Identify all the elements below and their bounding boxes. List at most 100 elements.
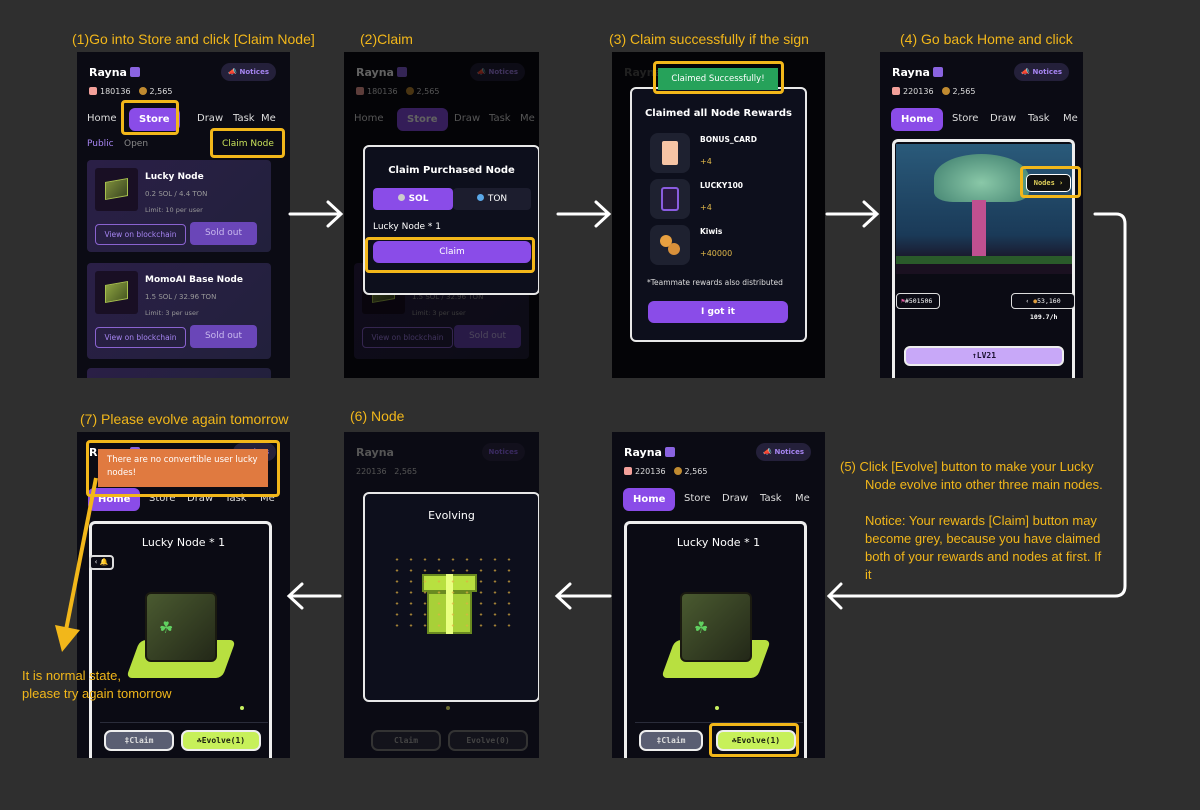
sold-out-button[interactable]: Sold out [190, 222, 257, 245]
note-line: It is normal state, [22, 668, 121, 683]
evolve-button-disabled[interactable]: Evolve(0) [448, 730, 528, 751]
view-on-blockchain-button[interactable]: View on blockchain [95, 224, 186, 245]
step-7-note: It is normal state, please try again tom… [22, 667, 172, 703]
earning-rate: 109.7/h [1030, 313, 1058, 321]
coin-icon [941, 87, 950, 95]
panel-store: Rayna 📣 Notices 180136 2,565 Home Store D… [77, 52, 290, 378]
claim-button[interactable]: ‡Claim [104, 730, 174, 751]
arrow-left-icon [554, 582, 612, 610]
reward-item: BONUS_CARD +4 [650, 133, 770, 173]
notices-button[interactable]: 📣 Notices [1014, 63, 1069, 81]
tree-trunk [972, 200, 986, 260]
claim-button[interactable]: ‡Claim [639, 730, 703, 751]
nav-task[interactable]: Task [233, 113, 255, 124]
step-5-note: (5) Click [Evolve] button to make your L… [840, 458, 1103, 584]
arrow-left-icon [286, 582, 342, 610]
store-item-card: Lucky Node 0.2 SOL / 4.4 TON Limit: 10 p… [87, 160, 271, 252]
notice-line: both of your rewards and nodes at first.… [865, 549, 1102, 564]
arrow-left-icon [826, 582, 843, 610]
notices-button[interactable]: 📣 Notices [221, 63, 276, 81]
arrow-right-icon [825, 200, 880, 228]
page-dot [446, 706, 450, 710]
nav-draw[interactable]: Draw [990, 113, 1016, 124]
panel-node: Rayna 📣 Notices 220136 2,565 Home Store D… [612, 432, 825, 758]
rewards-modal: Claimed all Node Rewards BONUS_CARD +4 L… [630, 87, 807, 342]
step-1-title: (1)Go into Store and click [Claim Node] [72, 31, 315, 47]
notices-button[interactable]: Notices [481, 443, 525, 461]
reward-value: +4 [700, 203, 712, 212]
tree-canopy [934, 154, 1029, 202]
notices-button[interactable]: 📣 Notices [756, 443, 811, 461]
nav-me[interactable]: Me [261, 113, 276, 124]
tab-public[interactable]: Public [87, 139, 114, 149]
highlight-store [121, 100, 179, 135]
lucky100-card-icon [650, 179, 690, 219]
arrow-right-icon [556, 200, 612, 228]
nav-me[interactable]: Me [1063, 113, 1078, 124]
user-name: Rayna [356, 446, 394, 459]
store-item-title: Lucky Node [145, 172, 204, 182]
claim-button-disabled[interactable]: Claim [371, 730, 441, 751]
nav-task[interactable]: Task [760, 493, 782, 504]
highlight-success-toast [653, 61, 784, 94]
panel-claimed: Rayna Claimed all Node Rewards BONUS_CAR… [612, 52, 825, 378]
nav-draw[interactable]: Draw [722, 493, 748, 504]
nav-me[interactable]: Me [795, 493, 810, 504]
nav-home[interactable]: Home [87, 113, 117, 124]
ton-option[interactable]: TON [453, 188, 531, 210]
highlight-error-toast [86, 440, 280, 497]
ton-icon [476, 194, 484, 201]
main-nav: Home Store Draw Task Me [622, 488, 817, 513]
tab-open[interactable]: Open [124, 139, 148, 149]
points-icon [892, 87, 900, 95]
sol-option[interactable]: SOL [373, 188, 453, 210]
nav-home[interactable]: Home [891, 108, 944, 131]
balance-badge[interactable]: ‹ ●53,160 [1011, 293, 1075, 309]
step-5-line: Node evolve into other three main nodes. [865, 477, 1103, 492]
divider [100, 722, 268, 723]
user-badge-icon [932, 67, 943, 77]
step-7-title: (7) Please evolve again tomorrow [80, 411, 289, 427]
reward-name: Kiwis [700, 227, 723, 236]
nav-draw[interactable]: Draw [197, 113, 223, 124]
highlight-claim-node [210, 128, 285, 158]
lucky-node-thumbnail [95, 168, 138, 211]
nav-store[interactable]: Store [952, 113, 978, 124]
reward-item: LUCKY100 +4 [650, 179, 770, 219]
step-2-title: (2)Claim [360, 31, 413, 47]
sol-icon [397, 194, 405, 201]
panel-home: Rayna 📣 Notices 220136 2,565 Home Store D… [880, 52, 1083, 378]
step-5-line: (5) Click [Evolve] button to make your L… [840, 459, 1094, 474]
coin-icon [138, 87, 147, 95]
panel-evolving: Rayna Notices 220136 2,565 Evolving Clai… [344, 432, 539, 758]
user-badge-icon [664, 447, 675, 457]
sold-out-button[interactable]: Sold out [190, 325, 257, 348]
notice-line: Notice: Your rewards [Claim] button may [865, 513, 1097, 528]
nav-store[interactable]: Store [684, 493, 710, 504]
highlight-nodes-button [1020, 166, 1081, 198]
user-name: Rayna [892, 66, 943, 79]
note-line: please try again tomorrow [22, 686, 172, 701]
ground [896, 256, 1072, 264]
level-up-button[interactable]: ↑LV21 [904, 346, 1064, 366]
reward-item: Kiwis +40000 [650, 225, 770, 265]
store-item-limit: Limit: 10 per user [145, 206, 203, 214]
step-4-title: (4) Go back Home and click [900, 31, 1073, 47]
nav-task[interactable]: Task [1028, 113, 1050, 124]
notice-line: become grey, because you have claimed [865, 531, 1101, 546]
back-button[interactable]: ‹ 🔔 [89, 555, 114, 570]
evolve-button[interactable]: ☘Evolve(1) [181, 730, 261, 751]
i-got-it-button[interactable]: I got it [648, 301, 788, 323]
rank-badge: ⚑#501506 [896, 293, 940, 309]
step-3-title: (3) Claim successfully if the sign [609, 31, 809, 47]
view-on-blockchain-button[interactable]: View on blockchain [95, 327, 186, 348]
reward-name: BONUS_CARD [700, 135, 757, 144]
base-node-thumbnail [95, 271, 138, 314]
reward-value: +40000 [700, 249, 733, 258]
rewards-modal-title: Claimed all Node Rewards [644, 108, 793, 119]
page-dot [240, 706, 244, 710]
claim-modal-title: Claim Purchased Node [388, 165, 515, 176]
user-name: Rayna [89, 66, 140, 79]
nav-home[interactable]: Home [623, 488, 676, 511]
page-dot [715, 706, 719, 710]
